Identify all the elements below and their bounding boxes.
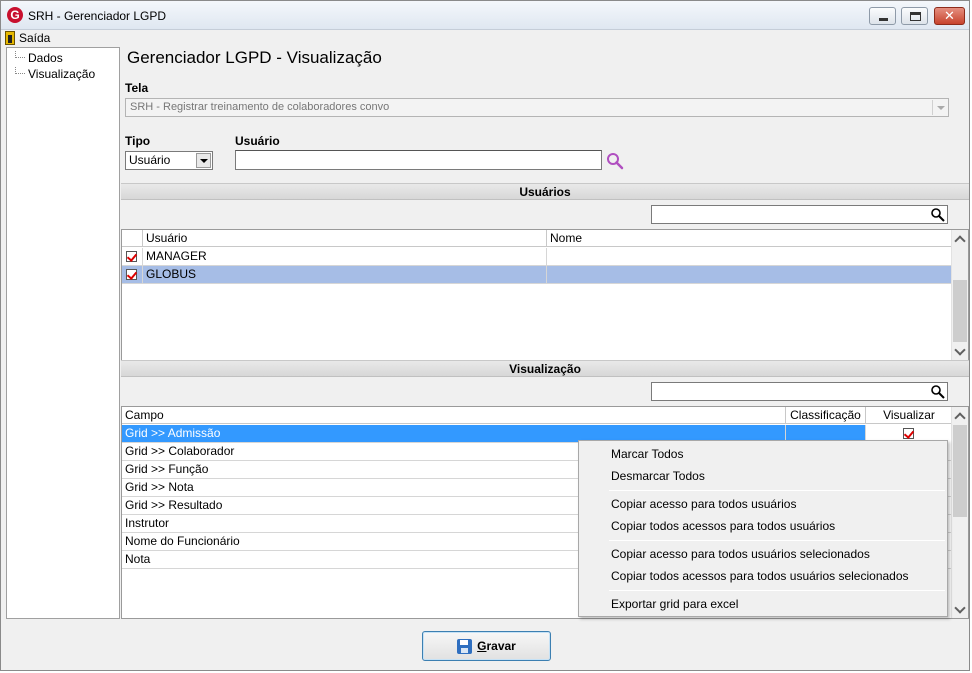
maximize-button[interactable] — [901, 7, 928, 25]
visualization-grid-header: Campo Classificação Visualizar — [122, 407, 952, 424]
visualization-filter-input[interactable] — [651, 382, 948, 401]
tree-connector — [15, 51, 25, 58]
column-header-check — [122, 230, 143, 247]
menu-separator — [609, 490, 945, 491]
menu-item-copiar-acesso-todos[interactable]: Copiar acesso para todos usuários — [611, 495, 796, 513]
close-button[interactable]: ✕ — [934, 7, 965, 25]
users-filter-input[interactable] — [651, 205, 948, 224]
column-header-classificacao[interactable]: Classificação — [786, 407, 866, 424]
users-grid: Usuário Nome MANAGER GLOBUS — [121, 229, 969, 361]
column-header-visualizar[interactable]: Visualizar — [866, 407, 952, 424]
usuario-input[interactable] — [235, 150, 602, 170]
menu-item-marcar-todos[interactable]: Marcar Todos — [611, 445, 683, 463]
save-button[interactable]: Gravar — [422, 631, 551, 661]
tree-item-label: Dados — [28, 51, 63, 65]
tela-select-value: SRH - Registrar treinamento de colaborad… — [130, 101, 390, 113]
row-checkbox-cell — [122, 266, 143, 284]
menu-item-exportar-excel[interactable]: Exportar grid para excel — [611, 595, 738, 613]
magnifier-icon[interactable] — [606, 152, 624, 170]
scroll-down-icon[interactable] — [952, 343, 968, 360]
magnifier-icon[interactable] — [930, 207, 945, 222]
magnifier-icon[interactable] — [930, 384, 945, 399]
checkbox[interactable] — [903, 428, 914, 439]
tree-connector — [15, 67, 25, 74]
scroll-up-icon[interactable] — [952, 230, 968, 247]
tela-select: SRH - Registrar treinamento de colaborad… — [125, 98, 949, 117]
column-header-campo[interactable]: Campo — [122, 407, 786, 424]
scroll-thumb[interactable] — [953, 280, 967, 342]
chevron-down-icon[interactable] — [196, 153, 211, 168]
tipo-label: Tipo — [125, 134, 151, 148]
users-grid-header: Usuário Nome — [122, 230, 952, 247]
menu-exit[interactable]: Saída — [5, 30, 50, 46]
save-button-label: Gravar — [477, 639, 516, 653]
cell-nome — [547, 266, 952, 284]
checkbox[interactable] — [126, 251, 137, 262]
tipo-select[interactable]: Usuário — [125, 151, 213, 170]
navigation-tree: Dados Visualização — [6, 47, 120, 619]
app-window: G SRH - Gerenciador LGPD ✕ Saída Dados V… — [0, 0, 970, 671]
table-row[interactable]: MANAGER — [122, 248, 952, 266]
tree-item-label: Visualização — [28, 67, 96, 81]
menu-item-desmarcar-todos[interactable]: Desmarcar Todos — [611, 467, 705, 485]
maximize-icon — [910, 12, 921, 21]
window-title: SRH - Gerenciador LGPD — [28, 9, 167, 23]
chevron-down-icon — [932, 100, 947, 115]
visualization-grid-scrollbar[interactable] — [951, 407, 968, 618]
tela-label: Tela — [125, 81, 149, 95]
door-exit-icon — [5, 31, 15, 45]
users-grid-scrollbar[interactable] — [951, 230, 968, 360]
menu-separator — [609, 540, 945, 541]
close-icon: ✕ — [944, 8, 955, 23]
scroll-up-icon[interactable] — [952, 407, 968, 424]
floppy-disk-icon — [457, 638, 473, 654]
cell-usuario: GLOBUS — [143, 266, 547, 284]
users-section-header: Usuários — [121, 183, 969, 200]
scroll-thumb[interactable] — [953, 425, 967, 517]
checkbox[interactable] — [126, 269, 137, 280]
minimize-button[interactable] — [869, 7, 896, 25]
visualization-section-header: Visualização — [121, 360, 969, 377]
app-logo-icon: G — [7, 7, 23, 23]
title-bar: G SRH - Gerenciador LGPD ✕ — [1, 1, 969, 30]
menu-separator — [609, 590, 945, 591]
row-checkbox-cell — [122, 248, 143, 266]
scroll-down-icon[interactable] — [952, 601, 968, 618]
minimize-icon — [879, 18, 888, 21]
page-title: Gerenciador LGPD - Visualização — [127, 48, 382, 67]
table-row[interactable]: GLOBUS — [122, 266, 952, 284]
column-header-usuario[interactable]: Usuário — [143, 230, 547, 247]
menu-item-copiar-acesso-selecionados[interactable]: Copiar acesso para todos usuários seleci… — [611, 545, 870, 563]
menu-exit-label: Saída — [19, 31, 51, 45]
cell-nome — [547, 248, 952, 266]
tipo-select-value: Usuário — [129, 153, 171, 167]
column-header-nome[interactable]: Nome — [547, 230, 952, 247]
tree-item-visualizacao[interactable]: Visualização — [15, 67, 95, 81]
usuario-label: Usuário — [235, 134, 280, 148]
menu-item-copiar-todos-acessos-selecionados[interactable]: Copiar todos acessos para todos usuários… — [611, 567, 909, 585]
cell-usuario: MANAGER — [143, 248, 547, 266]
menu-bar: Saída — [1, 30, 969, 46]
context-menu: Marcar Todos Desmarcar Todos Copiar aces… — [578, 440, 948, 617]
tree-item-dados[interactable]: Dados — [15, 51, 63, 65]
menu-item-copiar-todos-acessos-todos[interactable]: Copiar todos acessos para todos usuários — [611, 517, 835, 535]
